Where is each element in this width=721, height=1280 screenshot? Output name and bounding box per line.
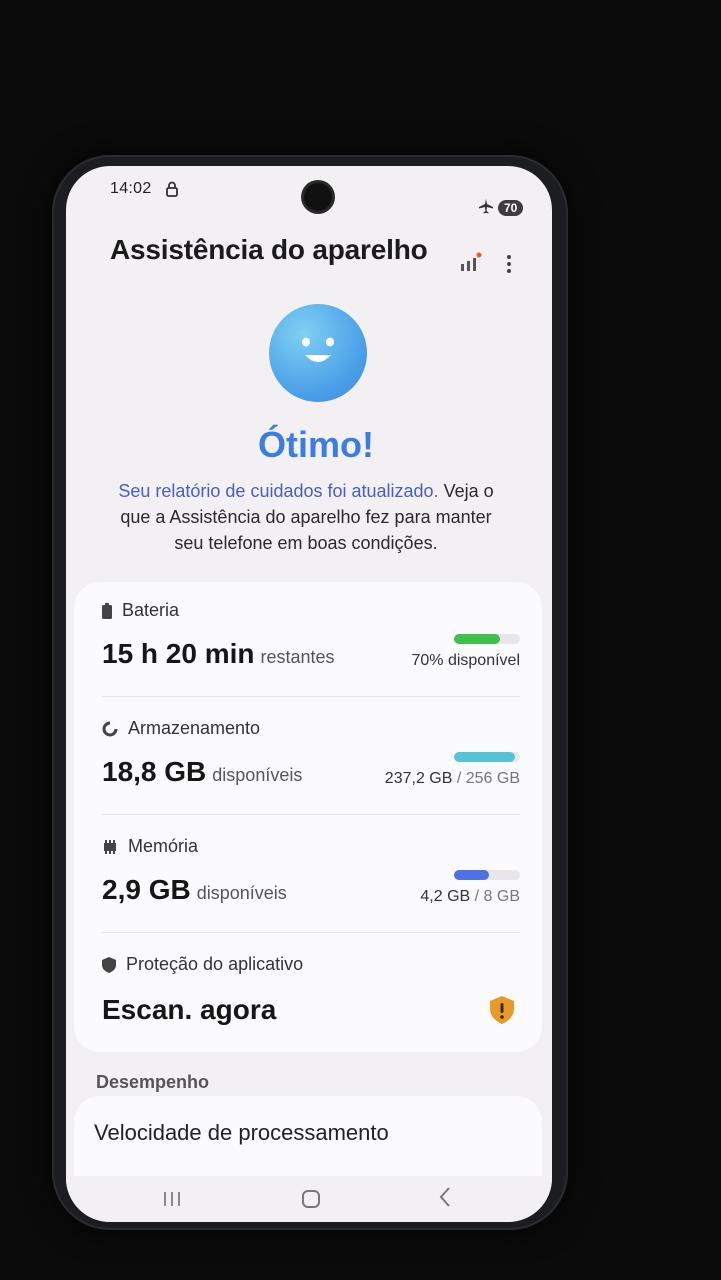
storage-row[interactable]: Armazenamento [102, 718, 520, 739]
app-protection-label: Proteção do aplicativo [126, 954, 304, 974]
storage-bar-fill [454, 752, 516, 762]
report-link[interactable]: Seu relatório de cuidados foi atualizado… [118, 481, 438, 501]
storage-label: Armazenamento [128, 718, 261, 738]
navigation-bar [66, 1176, 552, 1222]
memory-bar-fill [454, 870, 489, 880]
app-protection-row[interactable]: Proteção do aplicativo [102, 954, 520, 975]
app-protection-header: Proteção do aplicativo [102, 954, 520, 975]
processing-speed-label: Velocidade de processamento [94, 1120, 389, 1145]
performance-card[interactable]: Velocidade de processamento [74, 1096, 542, 1186]
front-camera [304, 183, 332, 211]
battery-value-row: 15 h 20 min restantes 70% disponível [102, 634, 520, 670]
page-title: Assistência do aparelho [110, 234, 428, 265]
status-face-icon [269, 304, 367, 402]
storage-icon [102, 720, 118, 736]
scan-now-button[interactable]: Escan. agora [102, 994, 276, 1025]
battery-sub: restantes [260, 647, 335, 667]
status-heading: Ótimo! [258, 424, 374, 465]
storage-header: Armazenamento [102, 718, 520, 739]
report-description: Seu relatório de cuidados foi atualizado… [106, 478, 506, 556]
home-icon[interactable] [300, 1188, 322, 1210]
battery-icon [102, 602, 112, 619]
memory-label: Memória [128, 836, 199, 856]
memory-value: 2,9 GB [102, 874, 191, 905]
memory-header: Memória [102, 836, 520, 857]
app-protection-value-row: Escan. agora [102, 994, 520, 1026]
battery-bar [454, 634, 520, 644]
memory-used: 4,2 GB [420, 888, 471, 905]
back-icon[interactable] [438, 1186, 452, 1208]
divider [102, 814, 520, 815]
storage-sub: disponíveis [212, 765, 303, 785]
storage-value: 18,8 GB [102, 756, 207, 787]
airplane-mode-icon [479, 199, 493, 214]
battery-row[interactable]: Bateria [102, 600, 520, 621]
memory-value-row: 2,9 GB disponíveis 4,2 GB / 8 GB [102, 870, 520, 906]
lock-icon [166, 181, 178, 197]
memory-chip-icon [104, 839, 116, 854]
status-time: 14:02 [110, 180, 152, 197]
more-options-icon[interactable] [506, 254, 512, 274]
storage-bar [454, 752, 520, 762]
memory-row[interactable]: Memória [102, 836, 520, 857]
chart-icon[interactable] [460, 252, 482, 272]
divider [102, 932, 520, 933]
screen: 14:02 70 Assistência do aparelho Ótimo! … [66, 166, 552, 1222]
memory-bar [454, 870, 520, 880]
storage-total: / 256 GB [452, 770, 520, 787]
storage-value-row: 18,8 GB disponíveis 237,2 GB / 256 GB [102, 752, 520, 788]
battery-level-badge: 70 [498, 200, 524, 216]
status-card: Bateria 15 h 20 min restantes 70% disponí… [74, 582, 542, 1052]
memory-sub: disponíveis [196, 883, 287, 903]
recent-apps-icon[interactable] [162, 1190, 182, 1208]
battery-header: Bateria [102, 600, 520, 621]
storage-usage: 237,2 GB / 256 GB [385, 770, 520, 788]
memory-total: / 8 GB [470, 888, 520, 905]
section-performance: Desempenho [96, 1072, 210, 1092]
battery-value: 15 h 20 min [102, 638, 255, 669]
memory-usage: 4,2 GB / 8 GB [420, 888, 520, 906]
battery-available: 70% disponível [411, 652, 520, 669]
shield-icon [102, 956, 116, 973]
divider [102, 696, 520, 697]
warning-shield-icon [490, 996, 514, 1024]
battery-label: Bateria [122, 600, 180, 620]
battery-bar-fill [454, 634, 501, 644]
storage-used: 237,2 GB [384, 770, 453, 787]
